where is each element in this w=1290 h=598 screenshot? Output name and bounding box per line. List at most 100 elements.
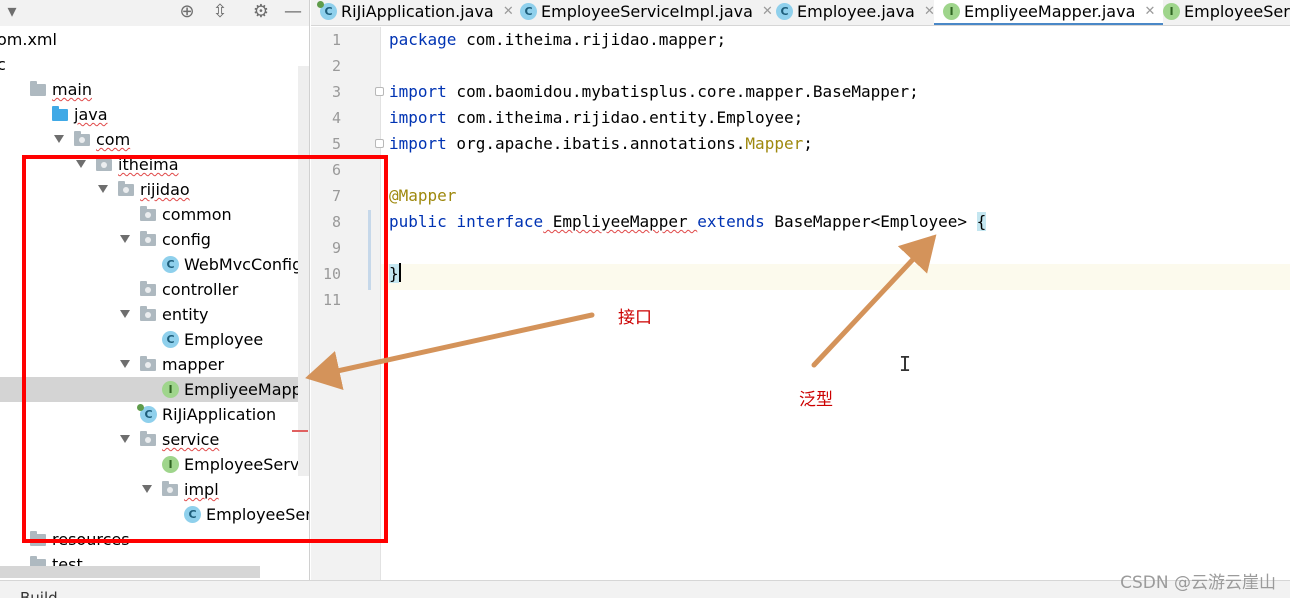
build-tool-tab[interactable]: Build — [20, 589, 58, 598]
code-token: import — [389, 82, 447, 101]
project-panel: ▾ ⊕ ⇳ ⚙ — om.xml c main java com itheima rijid… — [0, 0, 310, 598]
tree-item[interactable]: mapper — [0, 352, 309, 377]
code-token: } — [389, 264, 399, 283]
package-icon — [74, 131, 90, 146]
crosshair-icon[interactable]: ⊕ — [175, 0, 199, 24]
code-line[interactable] — [389, 235, 1289, 261]
package-icon — [140, 206, 156, 221]
code-line[interactable]: package com.itheima.rijidao.mapper; — [389, 27, 1289, 53]
code-token: ; — [803, 134, 813, 153]
editor-tab-label: RiJiApplication.java — [341, 2, 494, 21]
interface-icon: I — [162, 456, 179, 473]
interface-icon: I — [943, 3, 960, 20]
package-icon — [140, 281, 156, 296]
tree-item-label: java — [74, 105, 108, 124]
package-icon — [96, 156, 112, 171]
tree-item[interactable]: controller — [0, 277, 309, 302]
line-number: 9 — [331, 239, 341, 257]
generic-note: 泛型 — [799, 390, 833, 410]
minimize-icon[interactable]: — — [281, 0, 305, 24]
package-icon — [140, 306, 156, 321]
tree-item-label: rijidao — [140, 180, 190, 199]
editor-tab[interactable]: C EmployeeServiceImpl.java ✕ — [511, 0, 781, 25]
tree-item[interactable]: I EmployeeService — [0, 452, 309, 477]
tree-item[interactable]: main — [0, 77, 309, 102]
package-icon — [118, 181, 134, 196]
interface-note: 接口 — [618, 308, 652, 328]
editor-tab[interactable]: I EmployeeServ — [1154, 0, 1290, 25]
line-number: 7 — [331, 187, 341, 205]
editor-tab-label: EmpliyeeMapper.java — [964, 2, 1136, 21]
expand-caret-icon[interactable] — [76, 160, 86, 168]
collapse-icon[interactable]: ⇳ — [208, 0, 232, 24]
tree-item[interactable]: impl — [0, 477, 309, 502]
tree-item-label: config — [162, 230, 211, 249]
code-token: import — [389, 134, 447, 153]
editor-tab-label: Employee.java — [797, 2, 915, 21]
tree-vertical-scrollbar[interactable] — [298, 66, 309, 476]
tree-item[interactable]: config — [0, 227, 309, 252]
line-number: 5 — [331, 135, 341, 153]
watermark: CSDN @云游云崖山 — [1120, 573, 1276, 593]
class-icon: C — [162, 331, 179, 348]
application-class-icon: C — [317, 1, 337, 20]
class-icon: C — [776, 3, 793, 20]
expand-caret-icon[interactable] — [120, 235, 130, 243]
tree-item[interactable]: common — [0, 202, 309, 227]
code-line[interactable] — [389, 53, 1289, 79]
tree-item[interactable]: C WebMvcConfig — [0, 252, 309, 277]
line-number-gutter: 1 2 3 4 5 6 7 8 9 10 11 — [311, 27, 384, 580]
code-line[interactable]: import org.apache.ibatis.annotations.Map… — [389, 131, 1289, 157]
expand-caret-icon[interactable] — [120, 360, 130, 368]
tree-item[interactable]: om.xml — [0, 27, 309, 52]
gear-icon[interactable]: ⚙ — [249, 0, 273, 24]
vcs-change-bar — [368, 210, 371, 290]
editor-tab[interactable]: C Employee.java ✕ — [767, 0, 943, 25]
expand-caret-icon[interactable] — [142, 485, 152, 493]
code-area[interactable]: package com.itheima.rijidao.mapper; impor… — [389, 27, 1289, 313]
code-line[interactable] — [389, 287, 1289, 313]
code-line[interactable]: @Mapper — [389, 183, 1289, 209]
code-token: com.itheima.rijidao.entity.Employee; — [446, 108, 804, 127]
fold-marker-icon[interactable] — [375, 87, 384, 96]
line-number: 1 — [331, 31, 341, 49]
editor-tab-label: EmployeeServiceImpl.java — [541, 2, 753, 21]
code-line[interactable]: import com.itheima.rijidao.entity.Employ… — [389, 105, 1289, 131]
tree-item[interactable]: itheima — [0, 152, 309, 177]
code-editor[interactable]: 1 2 3 4 5 6 7 8 9 10 11 package com.itheima.rijida… — [311, 27, 1290, 580]
expand-caret-icon[interactable] — [120, 310, 130, 318]
text-caret — [398, 263, 401, 282]
chevron-down-icon[interactable]: ▾ — [0, 0, 24, 24]
editor-tab[interactable]: I EmpliyeeMapper.java ✕ — [934, 0, 1164, 25]
tree-item[interactable]: entity — [0, 302, 309, 327]
application-class-icon: C — [137, 404, 157, 423]
code-token: EmpliyeeMapper — [543, 212, 698, 231]
expand-caret-icon[interactable] — [120, 435, 130, 443]
expand-caret-icon[interactable] — [98, 185, 108, 193]
tree-item[interactable]: C Employee — [0, 327, 309, 352]
tree-horizontal-scrollbar[interactable] — [0, 566, 260, 578]
tree-item[interactable]: C EmployeeServiceIm — [0, 502, 309, 527]
code-token: Mapper — [745, 134, 804, 153]
tree-item[interactable]: rijidao — [0, 177, 309, 202]
tree-item[interactable]: java — [0, 102, 309, 127]
fold-marker-icon[interactable] — [375, 139, 384, 148]
tree-item-label: EmployeeServiceIm — [206, 505, 309, 524]
line-number: 11 — [322, 291, 341, 309]
tree-item[interactable]: I EmpliyeeMapper — [0, 377, 309, 402]
tree-item[interactable]: com — [0, 127, 309, 152]
tree-item-label: service — [162, 430, 220, 449]
editor-tab[interactable]: C RiJiApplication.java ✕ — [311, 0, 522, 25]
tree-item[interactable]: c — [0, 52, 309, 77]
expand-caret-icon[interactable] — [54, 135, 64, 143]
tree-item[interactable]: resources — [0, 527, 309, 552]
code-line[interactable]: } — [389, 261, 1289, 287]
code-token: extends — [697, 212, 765, 231]
code-line[interactable] — [389, 157, 1289, 183]
tree-item[interactable]: C RiJiApplication — [0, 402, 309, 427]
interface-icon: I — [1163, 3, 1180, 20]
code-line[interactable]: public interface EmpliyeeMapper extends … — [389, 209, 1289, 235]
editor-tab-bar: C RiJiApplication.java ✕ C EmployeeServiceIm… — [311, 0, 1290, 26]
tree-item[interactable]: service — [0, 427, 309, 452]
code-line[interactable]: import com.baomidou.mybatisplus.core.map… — [389, 79, 1289, 105]
